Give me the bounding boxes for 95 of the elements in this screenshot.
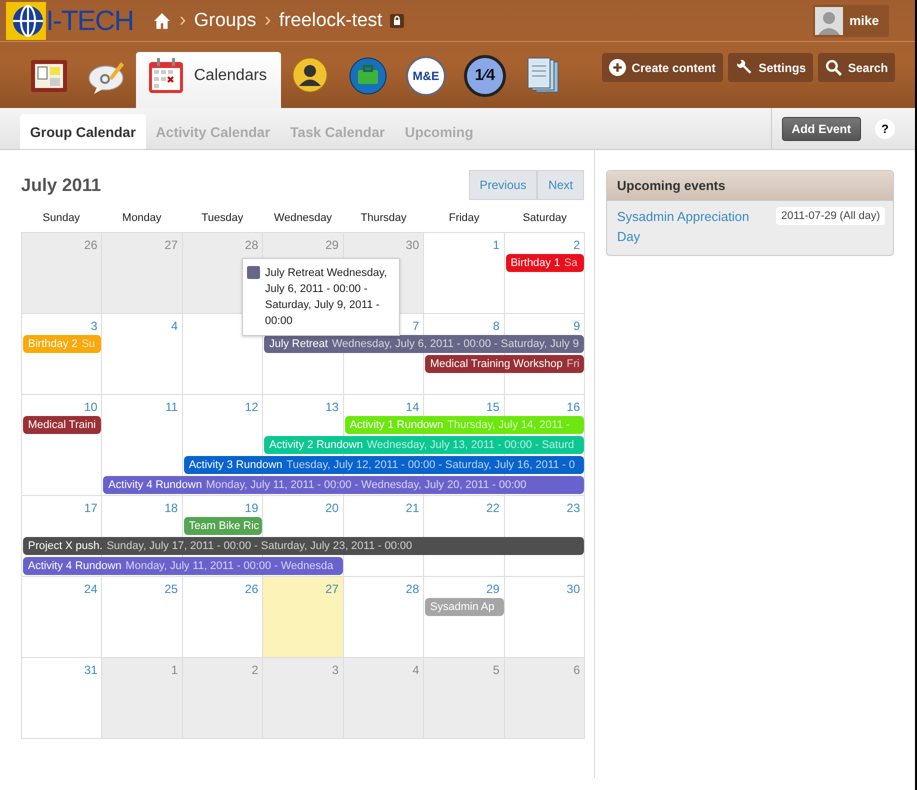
event-bar[interactable]: Medical Traini	[23, 416, 102, 434]
day-number[interactable]: 23	[566, 501, 580, 515]
app-tab[interactable]: M&E	[396, 52, 455, 100]
event-bar[interactable]: Sysadmin Ap	[425, 598, 504, 616]
previous-button[interactable]: Previous	[468, 170, 538, 200]
day-number[interactable]: 26	[84, 238, 98, 252]
day-number[interactable]: 4	[412, 663, 420, 677]
event-bar[interactable]: Activity 3 Rundown Tuesday, July 12, 2011 - 00:00 - Saturday, July 16, 2011 - 0	[184, 456, 584, 474]
user-name: mike	[849, 13, 879, 28]
event-bar[interactable]: Medical Training Workshop Fri	[425, 355, 584, 373]
day-number[interactable]: 25	[164, 582, 178, 596]
event-bar[interactable]: Project X push. Sunday, July 17, 2011 - 00:00 - Saturday, July 23, 2011 - 00:00	[23, 537, 584, 555]
weekday-header: Saturday	[522, 212, 568, 226]
day-number[interactable]: 30	[566, 582, 580, 596]
event-bar[interactable]: Birthday 2 Su	[23, 335, 102, 353]
globe-logo-icon	[6, 2, 46, 40]
app-badge-icon: 1⁄4	[464, 55, 506, 97]
weekday-header: Tuesday	[200, 212, 244, 226]
day-number[interactable]: 28	[244, 238, 258, 252]
weekday-header: Thursday	[360, 212, 408, 226]
briefcase-icon	[348, 56, 388, 96]
action-button[interactable]: Create content	[602, 53, 723, 82]
day-number[interactable]: 1	[492, 238, 500, 252]
calendar-icon	[146, 56, 186, 96]
event-bar[interactable]: Birthday 1 Sa	[506, 254, 584, 272]
user-menu[interactable]: mike	[813, 4, 889, 36]
day-number[interactable]: 1	[171, 663, 178, 677]
next-button[interactable]: Next	[537, 170, 584, 200]
avatar-icon	[815, 6, 844, 34]
app-tab[interactable]: Calendars	[136, 52, 281, 108]
day-number[interactable]: 16	[566, 400, 580, 414]
day-number[interactable]: 29	[325, 238, 339, 252]
wrench-icon	[734, 58, 753, 76]
day-number[interactable]: 10	[84, 400, 98, 414]
sub-tab[interactable]: Task Calendar	[280, 114, 395, 149]
day-number[interactable]: 21	[406, 501, 420, 515]
action-button[interactable]: Settings	[728, 53, 813, 82]
day-number[interactable]: 27	[164, 238, 178, 252]
day-number[interactable]: 26	[244, 582, 258, 596]
day-number[interactable]: 4	[171, 319, 178, 333]
event-link[interactable]: Sysadmin Appreciation Day	[617, 207, 767, 247]
day-number[interactable]: 30	[406, 238, 420, 252]
weekday-header: Monday	[121, 212, 162, 226]
day-number[interactable]: 29	[486, 582, 500, 596]
breadcrumb-separator: ›	[264, 9, 271, 32]
breadcrumb-link[interactable]: Groups	[194, 10, 256, 32]
day-number[interactable]: 13	[325, 400, 339, 414]
day-number[interactable]: 24	[84, 582, 98, 596]
weekday-header: Sunday	[42, 212, 81, 226]
day-number[interactable]: 27	[325, 582, 339, 596]
event-bar[interactable]: Activity 2 Rundown Wednesday, July 13, 2011 - 00:00 - Saturd	[264, 436, 584, 454]
search-icon	[824, 59, 842, 76]
day-number[interactable]: 17	[84, 501, 98, 515]
day-number[interactable]: 12	[244, 400, 258, 414]
sub-tab[interactable]: Activity Calendar	[146, 114, 280, 149]
sub-tab[interactable]: Upcoming	[394, 114, 484, 149]
home-icon[interactable]	[153, 12, 172, 30]
panel-title: Upcoming events	[607, 171, 893, 201]
day-number[interactable]: 31	[84, 663, 98, 677]
day-number[interactable]: 3	[90, 319, 98, 333]
day-number[interactable]: 15	[486, 400, 500, 414]
day-number[interactable]: 14	[406, 400, 420, 414]
event-bar[interactable]: Activity 4 Rundown Monday, July 11, 2011 - 00:00 - Wednesda	[23, 557, 343, 575]
logo-text[interactable]: I-TECH	[46, 4, 134, 36]
event-bar[interactable]: Team Bike Ric	[184, 517, 262, 535]
day-number[interactable]: 28	[406, 582, 420, 596]
sub-tab[interactable]: Group Calendar	[20, 114, 146, 149]
day-number[interactable]: 8	[492, 319, 500, 333]
plus-icon	[608, 59, 626, 76]
app-tab[interactable]: 1⁄4	[454, 52, 515, 100]
weekday-header: Wednesday	[273, 212, 333, 226]
breadcrumb-separator: ›	[179, 9, 186, 32]
day-number[interactable]: 22	[486, 501, 500, 515]
breadcrumb-link[interactable]: freelock-test	[278, 10, 382, 32]
day-number[interactable]: 9	[573, 319, 580, 333]
day-number[interactable]: 20	[325, 501, 339, 515]
day-number[interactable]: 18	[164, 501, 178, 515]
day-number[interactable]: 19	[244, 501, 258, 515]
day-number[interactable]: 6	[573, 663, 580, 677]
action-button[interactable]: Search	[818, 53, 895, 82]
month-title: July 2011	[21, 174, 102, 196]
weekday-header: Friday	[448, 212, 480, 226]
event-date: 2011-07-29 (All day)	[776, 207, 885, 225]
day-number[interactable]: 2	[252, 663, 258, 677]
event-tooltip: July Retreat Wednesday, July 6, 2011 - 00:00 - Saturday, July 9, 2011 - 00:00	[242, 258, 400, 336]
day-number[interactable]: 5	[492, 663, 500, 677]
day-number[interactable]: 11	[165, 400, 178, 414]
event-bar[interactable]: July Retreat Wednesday, July 6, 2011 - 00:00 - Saturday, July 9	[264, 335, 584, 353]
help-button[interactable]: ?	[875, 118, 895, 138]
event-bar[interactable]: Activity 4 Rundown Monday, July 11, 2011 - 00:00 - Wednesday, July 20, 2011 - 00:00	[103, 476, 584, 494]
day-number[interactable]: 2	[573, 238, 580, 252]
add-event-button[interactable]: Add Event	[782, 116, 861, 140]
day-number[interactable]: 3	[332, 663, 339, 677]
day-number[interactable]: 7	[412, 319, 420, 333]
app-badge-icon: M&E	[406, 56, 446, 96]
